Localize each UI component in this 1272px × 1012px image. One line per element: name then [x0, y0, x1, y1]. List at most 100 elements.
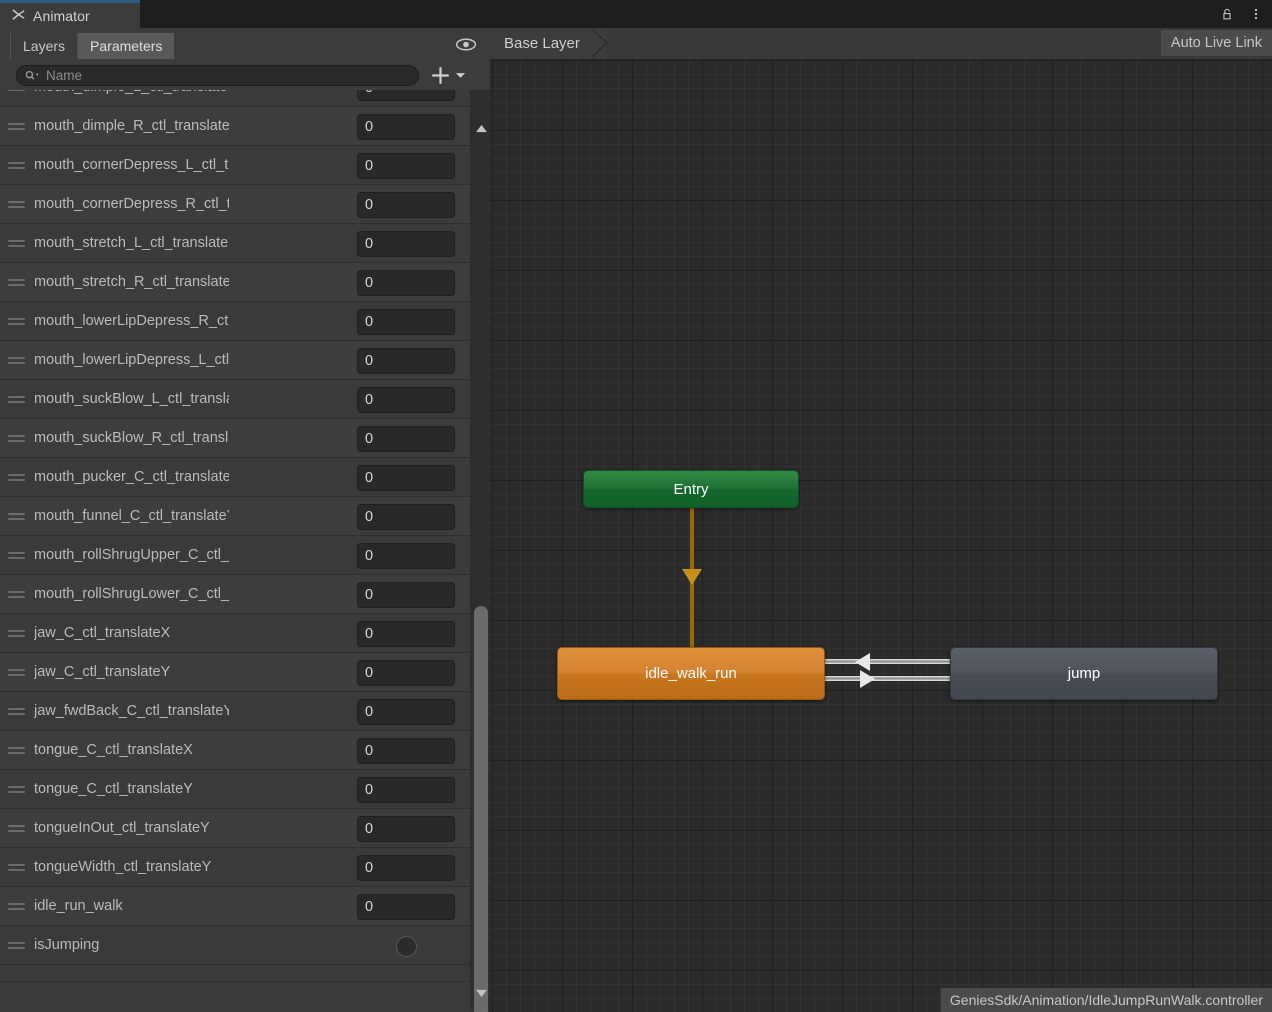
parameter-row[interactable]: mouth_rollShrugUpper_C_ctl_translateY 0	[0, 536, 470, 575]
parameter-bool-toggle[interactable]	[357, 933, 455, 959]
parameter-list[interactable]: mouth_dimple_L_ctl_translateY0mouth_dimp…	[0, 90, 470, 1009]
drag-handle-icon[interactable]	[8, 356, 25, 364]
unlocked-padlock-icon[interactable]	[1219, 4, 1235, 24]
transition-jump-to-idle[interactable]	[823, 659, 953, 664]
parameter-value-field[interactable]: 0	[357, 426, 455, 452]
drag-handle-icon[interactable]	[8, 668, 25, 676]
tab-parameters[interactable]: Parameters	[77, 32, 175, 59]
state-node-idle-walk-run-label: idle_walk_run	[645, 665, 737, 682]
parameter-value-field[interactable]: 0	[357, 309, 455, 335]
scrollbar-thumb[interactable]	[474, 606, 488, 1012]
parameter-value-field[interactable]: 0	[357, 738, 455, 764]
parameter-row[interactable]: jaw_fwdBack_C_ctl_translateY 0	[0, 692, 470, 731]
parameter-value-field[interactable]: 0	[357, 231, 455, 257]
parameter-list-scrollbar[interactable]	[470, 90, 491, 1012]
parameter-row[interactable]: mouth_stretch_L_ctl_translateY 0	[0, 224, 470, 263]
search-input[interactable]: Name	[16, 64, 419, 86]
parameter-value-field[interactable]: 0	[357, 699, 455, 725]
parameter-row[interactable]: mouth_stretch_R_ctl_translateY 0	[0, 263, 470, 302]
auto-live-link-button[interactable]: Auto Live Link	[1160, 30, 1272, 56]
eye-icon[interactable]	[454, 37, 478, 52]
drag-handle-icon[interactable]	[8, 200, 25, 208]
parameter-value-field[interactable]: 0	[357, 90, 455, 101]
parameter-row[interactable]: mouth_cornerDepress_L_ctl_translateY 0	[0, 146, 470, 185]
parameter-row[interactable]: mouth_suckBlow_L_ctl_translateY 0	[0, 380, 470, 419]
parameter-row[interactable]: mouth_suckBlow_R_ctl_translateY 0	[0, 419, 470, 458]
parameter-value-field[interactable]: 0	[357, 582, 455, 608]
parameter-row[interactable]: mouth_pucker_C_ctl_translateY 0	[0, 458, 470, 497]
parameter-name: mouth_dimple_R_ctl_translateY	[34, 118, 229, 134]
parameter-row[interactable]: tongue_C_ctl_translateY 0	[0, 770, 470, 809]
tab-animator[interactable]: Animator	[0, 0, 140, 28]
drag-handle-icon[interactable]	[8, 278, 25, 286]
drag-handle-icon[interactable]	[8, 395, 25, 403]
parameter-row[interactable]: mouth_cornerDepress_R_ctl_translateY 0	[0, 185, 470, 224]
parameter-row[interactable]: tongue_C_ctl_translateX 0	[0, 731, 470, 770]
drag-handle-icon[interactable]	[8, 590, 25, 598]
parameter-value-field[interactable]: 0	[357, 504, 455, 530]
parameter-value-field[interactable]: 0	[357, 621, 455, 647]
drag-handle-icon[interactable]	[8, 707, 25, 715]
drag-handle-icon[interactable]	[8, 512, 25, 520]
state-node-idle-walk-run[interactable]: idle_walk_run	[557, 647, 825, 700]
drag-handle-icon[interactable]	[8, 161, 25, 169]
drag-handle-icon[interactable]	[8, 317, 25, 325]
parameter-value-field[interactable]: 0	[357, 465, 455, 491]
tab-layers-label: Layers	[23, 37, 66, 54]
state-node-jump[interactable]: jump	[950, 647, 1218, 700]
state-machine-canvas[interactable]: Entry idle_walk_run jump	[490, 59, 1272, 1012]
parameter-value-field[interactable]: 0	[357, 660, 455, 686]
parameter-value-field[interactable]: 0	[357, 192, 455, 218]
parameter-value-field[interactable]: 0	[357, 816, 455, 842]
parameter-list-footer	[0, 981, 470, 1012]
parameter-row[interactable]: isJumping	[0, 926, 470, 965]
parameter-row[interactable]: idle_run_walk 0	[0, 887, 470, 926]
parameter-value-field[interactable]: 0	[357, 387, 455, 413]
drag-handle-icon[interactable]	[8, 551, 25, 559]
parameter-row[interactable]: tongueInOut_ctl_translateY 0	[0, 809, 470, 848]
parameter-name: isJumping	[34, 937, 100, 953]
parameter-value-field[interactable]: 0	[357, 894, 455, 920]
state-node-entry-label: Entry	[673, 480, 709, 498]
parameter-name: jaw_C_ctl_translateX	[34, 625, 171, 641]
parameter-row[interactable]: jaw_C_ctl_translateX 0	[0, 614, 470, 653]
drag-handle-icon[interactable]	[8, 239, 25, 247]
drag-handle-icon[interactable]	[8, 629, 25, 637]
parameter-row[interactable]: jaw_C_ctl_translateY 0	[0, 653, 470, 692]
drag-handle-icon[interactable]	[8, 941, 25, 949]
breadcrumb-base-layer[interactable]: Base Layer	[490, 28, 608, 59]
parameter-value-field[interactable]: 0	[357, 543, 455, 569]
parameter-name: mouth_rollShrugUpper_C_ctl_translateY	[34, 547, 229, 563]
parameter-value-field[interactable]: 0	[357, 114, 455, 140]
parameter-row[interactable]: mouth_lowerLipDepress_R_ctl_translateY 0	[0, 302, 470, 341]
triangle-down-icon[interactable]	[471, 985, 491, 1001]
tab-layers[interactable]: Layers	[10, 32, 77, 59]
parameter-value-field[interactable]: 0	[357, 270, 455, 296]
state-node-entry[interactable]: Entry	[583, 470, 799, 508]
kebab-menu-icon[interactable]	[1248, 4, 1264, 24]
parameter-row[interactable]: tongueWidth_ctl_translateY 0	[0, 848, 470, 887]
parameter-value-field[interactable]: 0	[357, 153, 455, 179]
drag-handle-icon[interactable]	[8, 90, 25, 91]
parameter-value-field[interactable]: 0	[357, 348, 455, 374]
parameter-row[interactable]: mouth_rollShrugLower_C_ctl_translateY 0	[0, 575, 470, 614]
drag-handle-icon[interactable]	[8, 902, 25, 910]
drag-handle-icon[interactable]	[8, 746, 25, 754]
parameter-row[interactable]: mouth_funnel_C_ctl_translateY 0	[0, 497, 470, 536]
drag-handle-icon[interactable]	[8, 434, 25, 442]
drag-handle-icon[interactable]	[8, 473, 25, 481]
transition-arrow-left-icon	[855, 653, 870, 671]
parameter-row[interactable]: mouth_lowerLipDepress_L_ctl_translateY 0	[0, 341, 470, 380]
drag-handle-icon[interactable]	[8, 824, 25, 832]
parameter-row[interactable]: mouth_dimple_R_ctl_translateY 0	[0, 107, 470, 146]
add-parameter-button[interactable]	[431, 66, 466, 85]
parameter-name: tongueInOut_ctl_translateY	[34, 820, 210, 836]
parameter-value-field[interactable]: 0	[357, 777, 455, 803]
transition-idle-to-jump[interactable]	[823, 676, 953, 681]
parameter-row[interactable]: mouth_dimple_L_ctl_translateY 0	[0, 90, 470, 107]
triangle-up-icon[interactable]	[471, 120, 491, 136]
parameter-value-field[interactable]: 0	[357, 855, 455, 881]
drag-handle-icon[interactable]	[8, 863, 25, 871]
drag-handle-icon[interactable]	[8, 122, 25, 130]
drag-handle-icon[interactable]	[8, 785, 25, 793]
